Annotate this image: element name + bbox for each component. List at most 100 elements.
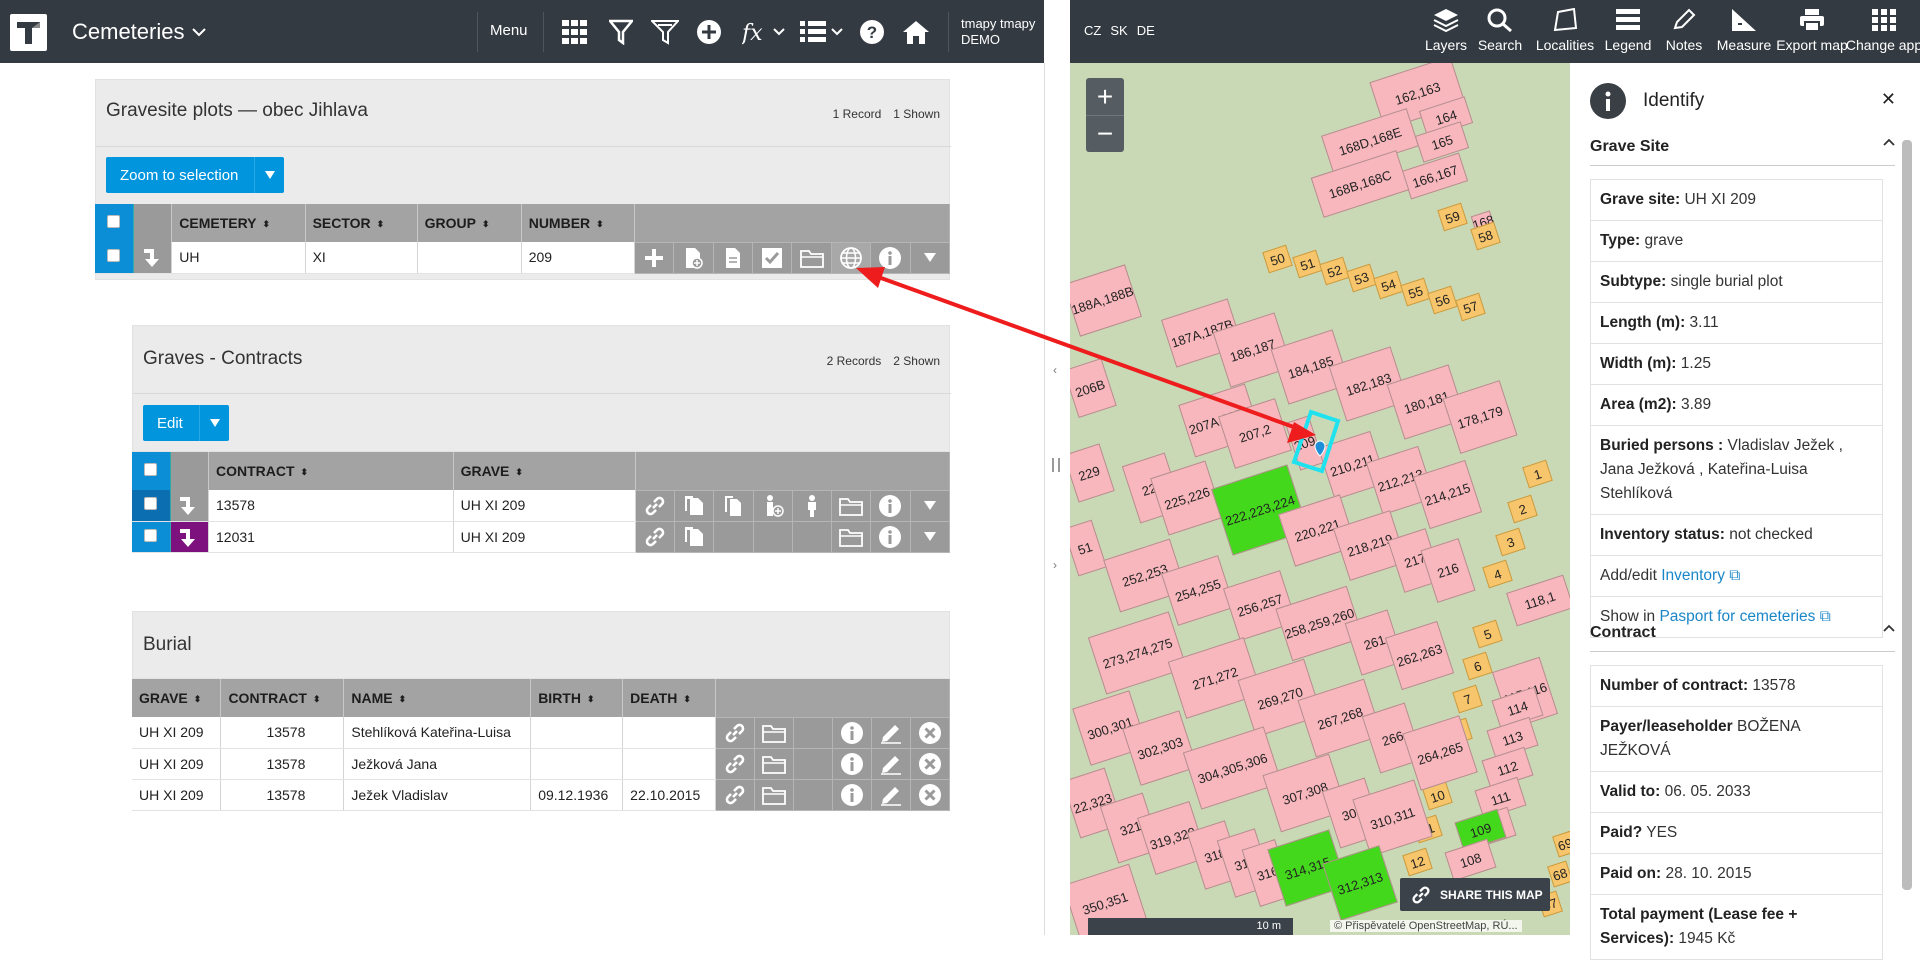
drag-handle-icon[interactable]: [1052, 458, 1060, 472]
grave-plot[interactable]: 51: [1070, 519, 1107, 577]
chevron-left-icon[interactable]: ‹: [1053, 363, 1057, 377]
row-checkbox[interactable]: [132, 521, 171, 553]
grave-site-section-header[interactable]: Grave Site: [1590, 138, 1895, 156]
col-grave[interactable]: GRAVE ⬍: [453, 452, 636, 490]
row-arrow-icon[interactable]: [170, 521, 210, 553]
add-circle-icon[interactable]: [696, 17, 722, 47]
row-arrow-icon[interactable]: [133, 242, 173, 274]
grave-plot[interactable]: 304,305,306: [1182, 726, 1283, 810]
lang-cz[interactable]: CZ: [1084, 23, 1101, 38]
grave-plot[interactable]: 5: [1472, 619, 1503, 649]
row-menu-caret-icon[interactable]: [910, 490, 951, 522]
grave-plot[interactable]: 206B: [1070, 358, 1117, 418]
lang-de[interactable]: DE: [1137, 23, 1155, 38]
edit-pencil-icon[interactable]: [871, 748, 911, 780]
info-icon[interactable]: [870, 242, 911, 274]
grave-plot[interactable]: 69: [1552, 830, 1570, 858]
table-row[interactable]: 13578 UH XI 209: [132, 490, 951, 522]
home-icon[interactable]: [902, 17, 930, 47]
folder-icon[interactable]: [754, 717, 795, 749]
link-icon[interactable]: [715, 717, 756, 749]
grave-plot[interactable]: 68: [1547, 860, 1570, 888]
table-row[interactable]: UH XI 209 13578 Ježek Vladislav 09.12.19…: [132, 779, 951, 811]
col-birth[interactable]: BIRTH ⬍: [530, 679, 624, 717]
grave-plot[interactable]: 216: [1420, 538, 1476, 603]
help-icon[interactable]: ?: [859, 17, 885, 47]
filter-icon[interactable]: [609, 17, 633, 47]
grave-plot[interactable]: 118,1: [1506, 574, 1570, 627]
folder-icon[interactable]: [754, 748, 795, 780]
grave-plot[interactable]: 1: [1522, 459, 1553, 489]
contract-section-header[interactable]: Contract: [1590, 624, 1895, 642]
grave-plot[interactable]: 229: [1070, 443, 1115, 503]
link-icon[interactable]: [635, 521, 676, 553]
edit-pencil-icon[interactable]: [871, 779, 911, 811]
globe-icon[interactable]: [831, 242, 872, 274]
delete-icon[interactable]: [910, 748, 951, 780]
edit-pencil-icon[interactable]: [871, 717, 911, 749]
grave-plot[interactable]: 273,274,275: [1087, 611, 1188, 695]
pasport-link[interactable]: Pasport for cemeteries: [1659, 608, 1815, 625]
user-menu[interactable]: tmapy tmapy DEMO: [961, 16, 1035, 48]
select-all-checkbox[interactable]: [132, 452, 171, 490]
caret-down-icon[interactable]: [199, 405, 229, 441]
folder-icon[interactable]: [831, 490, 872, 522]
table-row[interactable]: UH XI 209 13578 Ježková Jana: [132, 748, 951, 780]
link-icon[interactable]: [715, 748, 756, 780]
folder-icon[interactable]: [791, 242, 832, 274]
grave-plot[interactable]: 4: [1482, 559, 1513, 589]
add-document-icon[interactable]: [673, 242, 714, 274]
grave-plot[interactable]: 7: [1452, 684, 1483, 714]
checklist-icon[interactable]: [752, 242, 793, 274]
col-grave[interactable]: GRAVE ⬍: [132, 679, 222, 717]
grave-plot[interactable]: 3: [1495, 527, 1526, 557]
grave-plot[interactable]: 59: [1437, 202, 1468, 232]
delete-icon[interactable]: [910, 779, 951, 811]
app-title[interactable]: Cemeteries: [72, 19, 207, 45]
list-icon[interactable]: [800, 17, 846, 47]
info-icon[interactable]: [832, 779, 872, 811]
col-cemetery[interactable]: CEMETERY ⬍: [171, 204, 306, 242]
grave-plot[interactable]: 6: [1462, 651, 1493, 681]
person-icon[interactable]: [792, 490, 833, 522]
col-death[interactable]: DEATH ⬍: [622, 679, 717, 717]
function-icon[interactable]: fx: [742, 17, 786, 47]
col-group[interactable]: GROUP ⬍: [417, 204, 522, 242]
row-checkbox[interactable]: [132, 490, 171, 522]
folder-icon[interactable]: [754, 779, 795, 811]
row-arrow-icon[interactable]: [170, 490, 210, 522]
grave-plot[interactable]: 108: [1444, 838, 1497, 882]
share-map-button[interactable]: SHARE THIS MAP: [1400, 878, 1550, 911]
select-all-checkbox[interactable]: [95, 204, 134, 242]
col-contract[interactable]: CONTRACT ⬍: [220, 679, 345, 717]
row-menu-caret-icon[interactable]: [910, 242, 951, 274]
info-icon[interactable]: [832, 748, 872, 780]
grid-icon[interactable]: [562, 17, 588, 47]
col-number[interactable]: NUMBER ⬍: [521, 204, 635, 242]
advanced-filter-icon[interactable]: [651, 17, 679, 47]
info-icon[interactable]: [870, 490, 911, 522]
inventory-link[interactable]: Inventory: [1661, 567, 1725, 584]
grave-plot[interactable]: 166,167: [1401, 152, 1469, 200]
chevron-right-icon[interactable]: ›: [1053, 558, 1057, 572]
identify-scrollbar[interactable]: [1902, 140, 1912, 890]
zoom-out-button[interactable]: −: [1086, 115, 1124, 152]
grave-plot[interactable]: 165: [1414, 121, 1470, 163]
grave-plot[interactable]: 188A,188B: [1070, 264, 1142, 337]
col-sector[interactable]: SECTOR ⬍: [305, 204, 418, 242]
table-row[interactable]: 12031 UH XI 209: [132, 521, 951, 553]
grave-plot[interactable]: 262,263: [1384, 620, 1455, 691]
grave-plot[interactable]: 50: [1262, 244, 1293, 274]
table-row[interactable]: UH XI 209 13578 Stehlíková Kateřina-Luis…: [132, 717, 951, 749]
grave-plot[interactable]: 55: [1400, 277, 1431, 307]
add-icon[interactable]: [634, 242, 675, 274]
col-name[interactable]: NAME ⬍: [343, 679, 532, 717]
link-icon[interactable]: [715, 779, 756, 811]
app-logo-icon[interactable]: [10, 14, 47, 51]
zoom-to-selection-button[interactable]: Zoom to selection: [106, 157, 284, 193]
delete-icon[interactable]: [910, 717, 951, 749]
caret-down-icon[interactable]: [254, 157, 284, 193]
document-icon[interactable]: [713, 242, 754, 274]
copy-icon[interactable]: [674, 521, 715, 553]
duplicate-icon[interactable]: [713, 490, 754, 522]
